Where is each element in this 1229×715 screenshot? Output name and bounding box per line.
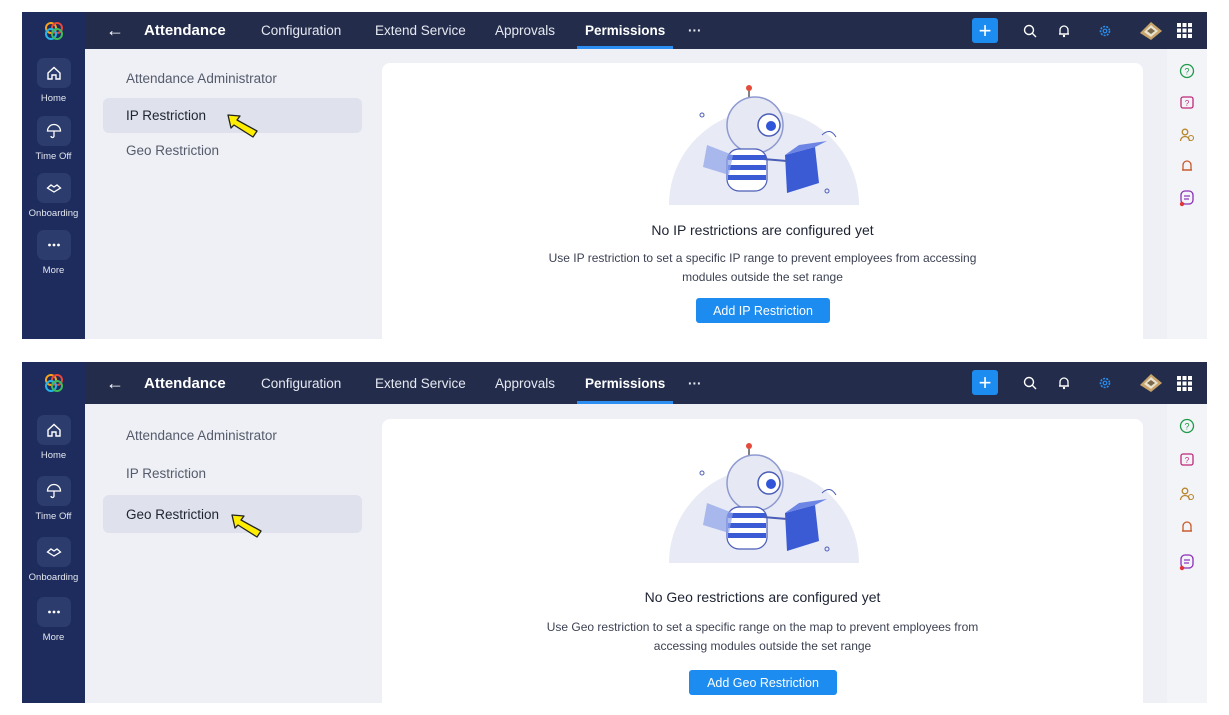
chat-icon[interactable]	[1176, 187, 1198, 209]
avatar[interactable]	[1136, 362, 1166, 404]
sidebar-item-home[interactable]: Home	[22, 415, 85, 461]
top-bar: ← Attendance Configuration Extend Servic…	[22, 362, 1207, 404]
faq-icon[interactable]: ?	[1176, 449, 1198, 471]
help-icon[interactable]: ?	[1176, 60, 1198, 82]
gear-icon[interactable]	[1094, 12, 1116, 49]
empty-state-description-wrap: Use Geo restriction to set a specific ra…	[382, 618, 1143, 656]
right-rail: ? ?	[1167, 404, 1207, 703]
add-button[interactable]: +	[972, 18, 998, 43]
app-logo[interactable]	[22, 362, 85, 404]
empty-state-title: No Geo restrictions are configured yet	[644, 589, 881, 605]
tab-more[interactable]: ···	[688, 362, 702, 404]
sidebar-item-label: Home	[40, 450, 67, 461]
search-icon[interactable]	[1019, 12, 1041, 49]
left-navigation: Home Time Off Onboarding More	[22, 404, 85, 703]
arrow-left-icon: ←	[106, 20, 124, 40]
tab-permissions[interactable]: Permissions	[576, 362, 674, 404]
sidebar-item-more[interactable]: More	[22, 597, 85, 643]
pointer-arrow-icon	[227, 114, 258, 138]
add-geo-restriction-button[interactable]: Add Geo Restriction	[689, 670, 837, 695]
faq-icon[interactable]: ?	[1176, 92, 1198, 114]
tab-extend-service[interactable]: Extend Service	[375, 362, 466, 404]
empty-state-description: Use Geo restriction to set a specific ra…	[546, 620, 979, 653]
tab-configuration[interactable]: Configuration	[261, 362, 341, 404]
sidebar-item-label: Onboarding	[28, 208, 79, 219]
content-card: No IP restrictions are configured yet Us…	[382, 63, 1143, 339]
tab-extend-service[interactable]: Extend Service	[375, 12, 466, 49]
search-icon[interactable]	[1019, 362, 1041, 404]
sidebar-item-label: Time Off	[35, 511, 72, 522]
svg-text:?: ?	[1185, 99, 1190, 108]
ellipsis-icon	[47, 610, 60, 614]
sidebar-item-label: Time Off	[35, 151, 72, 162]
announcement-icon[interactable]	[1176, 155, 1198, 177]
empty-state-description: Use IP restriction to set a specific IP …	[548, 251, 977, 284]
sidebar-item-onboarding[interactable]: Onboarding	[22, 173, 85, 219]
sidebar-item-time-off[interactable]: Time Off	[22, 116, 85, 162]
apps-grid-icon[interactable]	[1173, 362, 1195, 404]
avatar[interactable]	[1136, 12, 1166, 49]
tab-configuration[interactable]: Configuration	[261, 12, 341, 49]
empty-state-robot-illustration	[669, 85, 859, 205]
app-title: Attendance	[144, 374, 226, 392]
sidebar-item-label: Home	[40, 93, 67, 104]
left-navigation: Home Time Off Onboarding More	[22, 49, 85, 339]
screenshot-panel-geo-restriction: ← Attendance Configuration Extend Servic…	[22, 362, 1207, 703]
screenshot-panel-ip-restriction: ← Attendance Configuration Extend Servic…	[22, 12, 1207, 339]
submenu-item-ip-restriction[interactable]: IP Restriction	[103, 456, 362, 491]
content-card: No Geo restrictions are configured yet U…	[382, 419, 1143, 703]
sidebar-item-label: More	[42, 265, 65, 276]
app-title: Attendance	[144, 22, 226, 39]
back-button[interactable]: ←	[106, 362, 124, 404]
empty-state-title: No IP restrictions are configured yet	[651, 222, 874, 238]
umbrella-icon	[46, 483, 61, 499]
svg-text:?: ?	[1185, 456, 1190, 465]
ellipsis-icon	[47, 243, 60, 247]
sidebar-item-label: More	[42, 632, 65, 643]
permissions-submenu: Attendance Administrator IP Restriction …	[85, 49, 380, 339]
gear-icon[interactable]	[1094, 362, 1116, 404]
bell-icon[interactable]	[1053, 362, 1075, 404]
back-button[interactable]: ←	[106, 12, 124, 49]
users-icon[interactable]	[1176, 124, 1198, 146]
permissions-submenu: Attendance Administrator IP Restriction …	[85, 404, 380, 703]
home-icon	[46, 423, 61, 437]
sidebar-item-time-off[interactable]: Time Off	[22, 476, 85, 522]
sidebar-item-home[interactable]: Home	[22, 58, 85, 104]
tab-more[interactable]: ···	[688, 12, 702, 49]
tab-approvals[interactable]: Approvals	[495, 362, 555, 404]
submenu-item-attendance-administrator[interactable]: Attendance Administrator	[103, 418, 362, 453]
bell-icon[interactable]	[1053, 12, 1075, 49]
umbrella-icon	[46, 123, 61, 139]
help-icon[interactable]: ?	[1176, 415, 1198, 437]
top-bar: ← Attendance Configuration Extend Servic…	[22, 12, 1207, 49]
apps-grid-icon[interactable]	[1173, 12, 1195, 49]
chat-icon[interactable]	[1176, 551, 1198, 573]
submenu-item-attendance-administrator[interactable]: Attendance Administrator	[103, 61, 362, 96]
svg-text:?: ?	[1184, 67, 1189, 77]
sidebar-item-onboarding[interactable]: Onboarding	[22, 537, 85, 583]
users-icon[interactable]	[1176, 483, 1198, 505]
svg-text:?: ?	[1184, 422, 1189, 432]
logo-icon	[44, 374, 63, 392]
add-button[interactable]: +	[972, 370, 998, 395]
add-ip-restriction-button[interactable]: Add IP Restriction	[696, 298, 830, 323]
arrow-left-icon: ←	[106, 372, 124, 393]
handshake-icon	[45, 548, 62, 557]
right-rail: ? ?	[1167, 49, 1207, 339]
pointer-arrow-icon	[231, 514, 262, 538]
tab-approvals[interactable]: Approvals	[495, 12, 555, 49]
home-icon	[46, 66, 61, 80]
logo-icon	[44, 21, 63, 40]
announcement-icon[interactable]	[1176, 516, 1198, 538]
handshake-icon	[45, 184, 62, 193]
app-logo[interactable]	[22, 12, 85, 49]
empty-state-robot-illustration	[669, 443, 859, 563]
empty-state-description-wrap: Use IP restriction to set a specific IP …	[382, 249, 1143, 287]
sidebar-item-label: Onboarding	[28, 572, 79, 583]
sidebar-item-more[interactable]: More	[22, 230, 85, 276]
tab-permissions[interactable]: Permissions	[576, 12, 674, 49]
